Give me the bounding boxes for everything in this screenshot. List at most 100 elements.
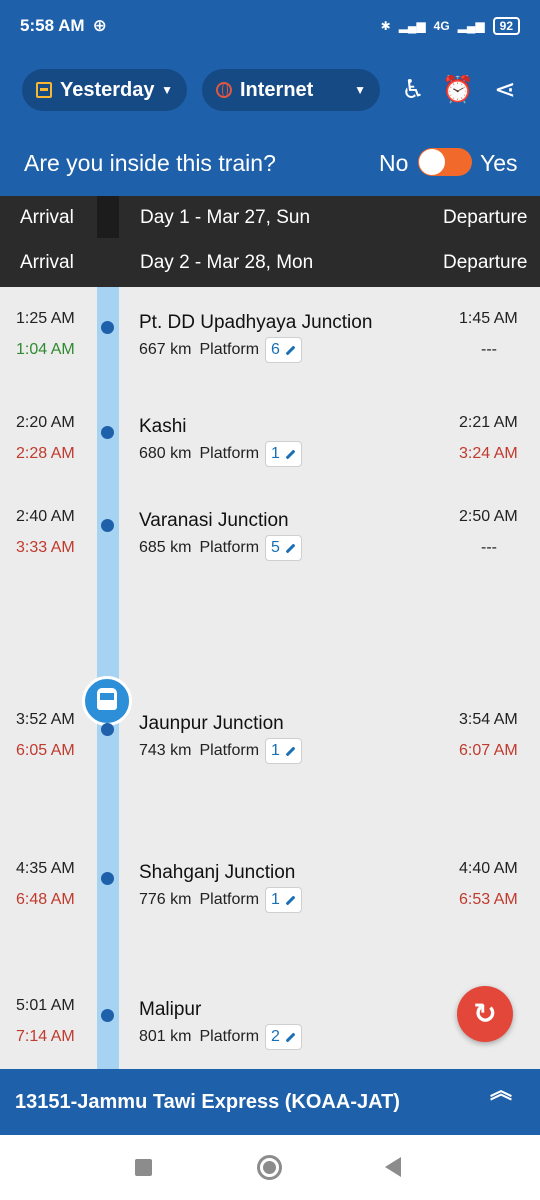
source-selector[interactable]: Internet ▼ (202, 69, 380, 111)
pencil-icon (285, 1032, 296, 1042)
globe-icon (216, 82, 232, 98)
platform-number: 1 (271, 742, 280, 759)
platform-label: Platform (199, 445, 260, 462)
train-footer[interactable]: 13151-Jammu Tawi Express (KOAA-JAT) ︽ (0, 1069, 540, 1135)
platform-label: Platform (199, 742, 260, 759)
platform-edit-button[interactable]: 1 (265, 887, 302, 913)
day-header-1: Arrival Day 1 - Mar 27, Sun Departure (0, 196, 540, 242)
platform-number: 6 (271, 341, 280, 358)
pencil-icon (285, 895, 296, 905)
departure-actual: --- (481, 341, 497, 358)
arrival-actual: 6:05 AM (16, 742, 75, 759)
date-selector-label: Yesterday (60, 78, 155, 101)
signal-icon: ▂▄▆ (398, 19, 426, 33)
signal-icon-2: ▂▄▆ (457, 19, 485, 33)
back-button[interactable] (385, 1157, 401, 1177)
station-meta: 776 km Platform 1 (139, 887, 302, 913)
app-header: Yesterday ▼ Internet ▼ ♿ ⏰ ⋖ Are you ins… (0, 52, 540, 196)
platform-number: 5 (271, 539, 280, 556)
station-dot (101, 723, 114, 736)
platform-edit-button[interactable]: 2 (265, 1024, 302, 1050)
system-nav-bar (0, 1135, 540, 1200)
home-button[interactable] (257, 1155, 282, 1180)
recents-button[interactable] (135, 1159, 152, 1176)
refresh-button[interactable]: ↻ (457, 986, 513, 1042)
arrival-scheduled: 2:20 AM (16, 414, 75, 431)
chevron-down-icon: ▼ (354, 83, 366, 97)
station-meta: 685 km Platform 5 (139, 535, 302, 561)
distance: 667 km (139, 341, 192, 358)
inside-train-toggle[interactable] (418, 148, 472, 176)
train-title: 13151-Jammu Tawi Express (KOAA-JAT) (15, 1091, 400, 1113)
station-name: Varanasi Junction (139, 510, 289, 531)
departure-scheduled: 2:50 AM (459, 508, 518, 525)
platform-label: Platform (199, 1028, 260, 1045)
bluetooth-icon: ✱ (380, 19, 391, 33)
calendar-icon (36, 82, 52, 98)
station-dot (101, 321, 114, 334)
arrival-header: Arrival (20, 207, 74, 228)
station-dot (101, 519, 114, 532)
arrival-actual: 7:14 AM (16, 1028, 75, 1045)
platform-number: 1 (271, 445, 280, 462)
pencil-icon (285, 543, 296, 553)
departure-actual: 6:53 AM (459, 891, 518, 908)
day-header-2: Arrival Day 2 - Mar 28, Mon Departure (0, 241, 540, 287)
day-label: Day 1 - Mar 27, Sun (140, 207, 311, 228)
distance: 680 km (139, 445, 192, 462)
status-time: 5:58 AM (20, 16, 85, 35)
arrival-scheduled: 4:35 AM (16, 860, 75, 877)
platform-label: Platform (199, 891, 260, 908)
departure-actual: 6:07 AM (459, 742, 518, 759)
platform-number: 1 (271, 891, 280, 908)
station-dot (101, 872, 114, 885)
status-bar: 5:58 AM ⊕ ✱ ▂▄▆ 4G ▂▄▆ 92 (0, 0, 540, 52)
station-name: Pt. DD Upadhyaya Junction (139, 312, 373, 333)
platform-label: Platform (199, 539, 260, 556)
platform-edit-button[interactable]: 1 (265, 738, 302, 764)
arrival-header: Arrival (20, 252, 74, 273)
pencil-icon (285, 449, 296, 459)
wheelchair-icon[interactable]: ♿ (396, 74, 430, 104)
battery-indicator: 92 (492, 17, 520, 35)
toggle-knob (419, 149, 445, 175)
toggle-yes-label: Yes (480, 150, 518, 176)
departure-actual: 3:24 AM (459, 445, 518, 462)
expand-up-icon[interactable]: ︽ (490, 1080, 512, 1102)
platform-edit-button[interactable]: 1 (265, 441, 302, 467)
station-dot (101, 426, 114, 439)
station-meta: 667 km Platform 6 (139, 337, 302, 363)
platform-edit-button[interactable]: 6 (265, 337, 302, 363)
departure-header: Departure (443, 252, 528, 273)
station-name: Kashi (139, 416, 187, 437)
departure-scheduled: 3:54 AM (459, 711, 518, 728)
status-icons: ✱ ▂▄▆ 4G ▂▄▆ 92 (381, 17, 520, 35)
platform-edit-button[interactable]: 5 (265, 535, 302, 561)
network-type: 4G (433, 19, 450, 33)
station-name: Jaunpur Junction (139, 713, 284, 734)
departure-scheduled: 2:21 AM (459, 414, 518, 431)
platform-number: 2 (271, 1028, 280, 1045)
chevron-down-icon: ▼ (161, 83, 173, 97)
date-selector[interactable]: Yesterday ▼ (22, 69, 187, 111)
distance: 801 km (139, 1028, 192, 1045)
track-segment (97, 196, 119, 238)
departure-header: Departure (443, 207, 528, 228)
inside-train-question: Are you inside this train? (24, 150, 276, 176)
station-meta: 743 km Platform 1 (139, 738, 302, 764)
alarm-icon[interactable]: ⏰ (441, 74, 475, 104)
distance: 743 km (139, 742, 192, 759)
share-icon[interactable]: ⋖ (488, 74, 522, 104)
day-label: Day 2 - Mar 28, Mon (140, 252, 314, 273)
arrival-scheduled: 2:40 AM (16, 508, 75, 525)
pencil-icon (285, 345, 296, 355)
distance: 685 km (139, 539, 192, 556)
train-position-icon[interactable] (82, 676, 132, 726)
arrival-actual: 2:28 AM (16, 445, 75, 462)
platform-label: Platform (199, 341, 260, 358)
station-name: Shahganj Junction (139, 862, 296, 883)
arrival-scheduled: 3:52 AM (16, 711, 75, 728)
departure-scheduled: 4:40 AM (459, 860, 518, 877)
arrival-actual: 6:48 AM (16, 891, 75, 908)
departure-actual: --- (481, 539, 497, 556)
